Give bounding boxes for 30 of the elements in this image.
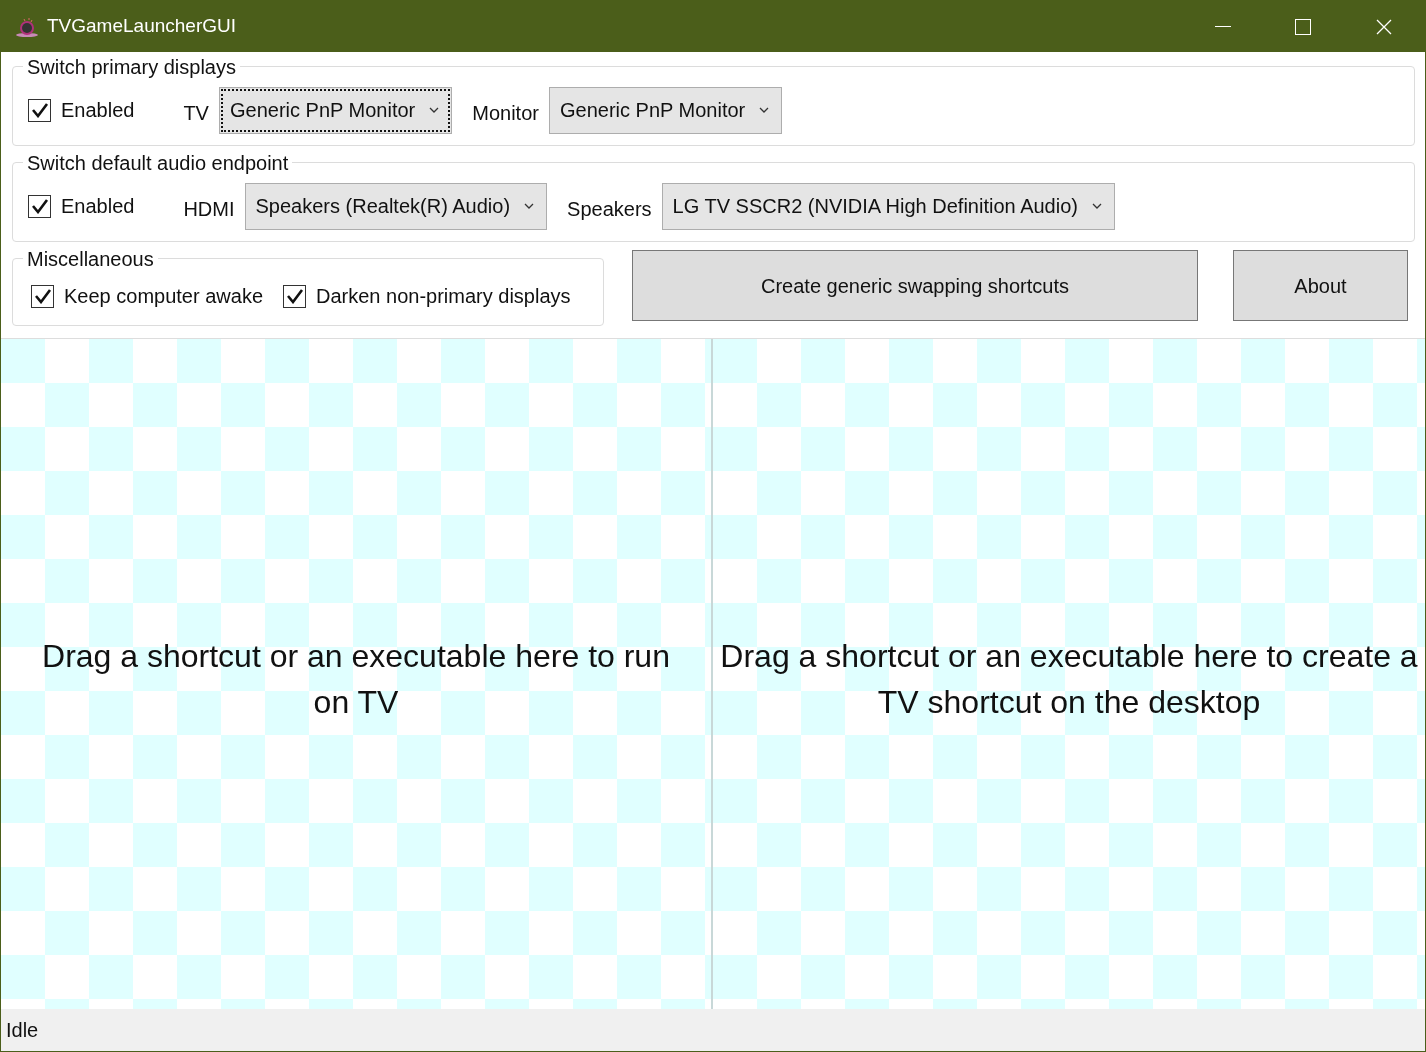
- chevron-down-icon: [429, 107, 440, 113]
- chevron-down-icon: [524, 203, 535, 209]
- field-label: TV: [183, 101, 209, 126]
- about-button[interactable]: About: [1233, 250, 1408, 321]
- window-title: TVGameLauncherGUI: [47, 14, 237, 39]
- field-label: Speakers: [567, 197, 652, 222]
- field-label: HDMI: [183, 197, 235, 222]
- checkbox-label: Enabled: [61, 194, 135, 219]
- checkbox-label: Keep computer awake: [64, 284, 263, 309]
- dropdown[interactable]: Generic PnP Monitor: [548, 86, 783, 134]
- close-icon: [1376, 18, 1392, 35]
- chevron-down-icon: [1091, 203, 1102, 209]
- minimize-icon: [1215, 25, 1231, 28]
- checkbox-label: Enabled: [61, 98, 135, 123]
- status-text: Idle: [6, 1018, 39, 1043]
- drop-zone[interactable]: Drag a shortcut or an executable here to create a TV shortcut on the desktop: [713, 339, 1425, 1009]
- dropdown[interactable]: LG TV SSCR2 (NVIDIA High Definition Audio): [661, 182, 1115, 230]
- dropdown[interactable]: Generic PnP Monitor: [218, 86, 453, 134]
- app-icon: [15, 15, 39, 38]
- field-label: Monitor: [472, 101, 539, 126]
- chevron-down-icon: [759, 107, 770, 113]
- checkbox[interactable]: [31, 284, 54, 308]
- checkbox[interactable]: [28, 194, 51, 218]
- maximize-icon: [1295, 18, 1311, 35]
- dropdown[interactable]: Speakers (Realtek(R) Audio): [244, 182, 548, 230]
- checkbox-label: Darken non-primary displays: [316, 284, 571, 309]
- checkbox[interactable]: [283, 284, 306, 308]
- checkbox[interactable]: [28, 98, 51, 122]
- create-shortcuts-button[interactable]: Create generic swapping shortcuts: [632, 250, 1198, 321]
- drop-zone[interactable]: Drag a shortcut or an executable here to run on TV: [1, 339, 713, 1009]
